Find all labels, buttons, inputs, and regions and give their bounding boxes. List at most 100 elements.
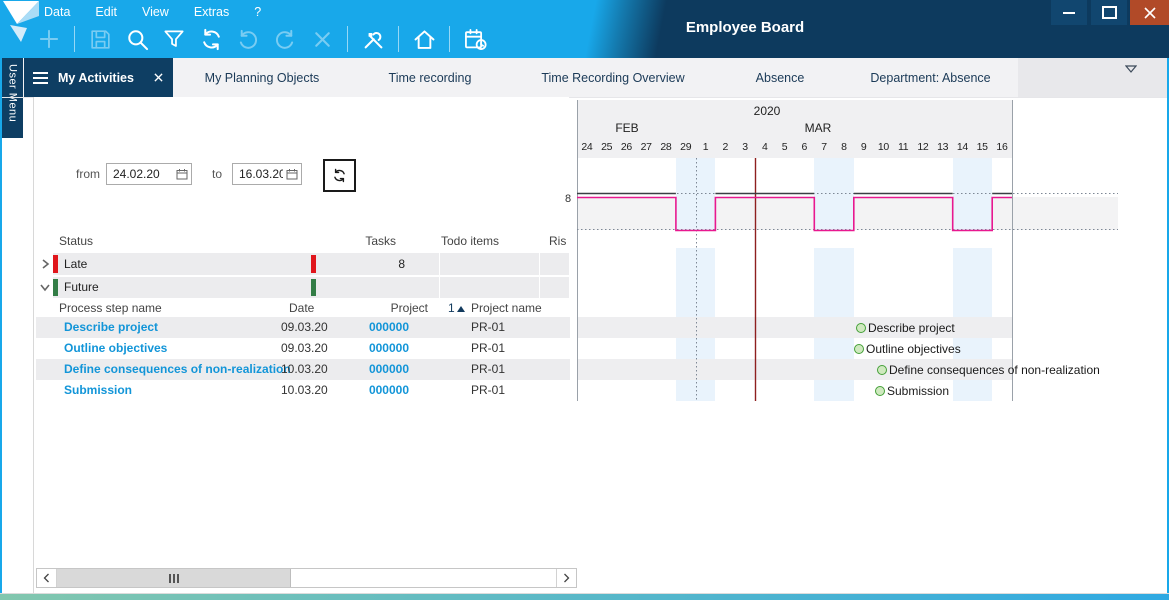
from-label: from: [76, 167, 100, 181]
add-icon: [34, 24, 64, 54]
group-row-late[interactable]: Late 8: [53, 253, 569, 275]
row-project-name: PR-01: [471, 320, 505, 334]
menu-data[interactable]: Data: [44, 4, 70, 21]
table-row[interactable]: Define consequences of non-realization 1…: [36, 359, 570, 380]
scroll-right-button[interactable]: [556, 569, 576, 587]
scroll-left-button[interactable]: [37, 569, 57, 587]
tab-my-activities[interactable]: My Activities: [24, 58, 173, 97]
day-label: 3: [735, 138, 755, 158]
close-button[interactable]: [1130, 0, 1169, 25]
scrollbar-track[interactable]: [291, 569, 556, 587]
col-header-project-name[interactable]: Project name: [471, 301, 542, 315]
menu-extras[interactable]: Extras: [194, 4, 229, 21]
menu-bar: Data Edit View Extras ?: [44, 4, 261, 21]
day-label: 24: [577, 138, 597, 158]
col-header-todo-items[interactable]: Todo items: [414, 234, 499, 248]
tab-close-icon[interactable]: [154, 73, 163, 82]
col-header-status[interactable]: Status: [59, 234, 93, 248]
menu-help[interactable]: ?: [254, 4, 261, 21]
user-menu-label: User Menu: [7, 58, 19, 138]
future-status-bar: [53, 279, 58, 296]
project-link[interactable]: 000000: [336, 341, 409, 355]
collapse-chevron-down-icon[interactable]: [39, 282, 51, 292]
sort-order: 1: [448, 301, 455, 315]
menu-edit[interactable]: Edit: [95, 4, 117, 21]
filter-icon[interactable]: [159, 24, 189, 54]
milestone[interactable]: Outline objectives: [854, 338, 961, 359]
tab-label: Time recording: [389, 71, 472, 85]
from-date-field: [106, 163, 192, 185]
tab-label: My Planning Objects: [205, 71, 320, 85]
search-icon[interactable]: [122, 24, 152, 54]
process-step-link[interactable]: Define consequences of non-realization: [64, 362, 291, 376]
day-label: 12: [913, 138, 933, 158]
tab-bar-overflow-area: [1018, 58, 1167, 97]
tab-absence[interactable]: Absence: [717, 58, 843, 97]
sort-indicator[interactable]: 1: [448, 301, 465, 315]
hamburger-icon: [33, 72, 48, 84]
horizontal-scrollbar[interactable]: [36, 568, 577, 588]
maximize-button[interactable]: [1091, 0, 1127, 25]
tab-label: Department: Absence: [870, 71, 990, 85]
minimize-button[interactable]: [1051, 0, 1087, 25]
calendar-icon[interactable]: [176, 168, 188, 180]
tab-time-recording-overview[interactable]: Time Recording Overview: [509, 58, 717, 97]
delete-icon: [307, 24, 337, 54]
tools-icon[interactable]: [358, 24, 388, 54]
project-link[interactable]: 000000: [336, 320, 409, 334]
to-label: to: [212, 167, 222, 181]
calendar-icon[interactable]: [286, 168, 298, 180]
row-project-name: PR-01: [471, 362, 505, 376]
user-menu-tab[interactable]: User Menu: [2, 58, 23, 138]
tab-label: Absence: [756, 71, 805, 85]
tab-time-recording[interactable]: Time recording: [351, 58, 509, 97]
milestone[interactable]: Define consequences of non-realization: [877, 359, 1100, 380]
home-icon[interactable]: [409, 24, 439, 54]
project-link[interactable]: 000000: [336, 383, 409, 397]
tab-department-absence[interactable]: Department: Absence: [843, 58, 1018, 97]
milestone-icon[interactable]: [875, 386, 885, 396]
group-label: Late: [64, 257, 87, 271]
menu-view[interactable]: View: [142, 4, 169, 21]
col-header-risks[interactable]: Ris: [549, 234, 566, 248]
tab-label: Time Recording Overview: [541, 71, 684, 85]
table-row[interactable]: Submission 10.03.20 000000 PR-01: [36, 380, 570, 401]
timescale-month-feb: FEB: [597, 121, 657, 135]
refresh-icon: [331, 167, 348, 184]
undo-icon: [233, 24, 263, 54]
late-status-bar: [53, 255, 58, 273]
redo-icon: [270, 24, 300, 54]
day-label: 5: [775, 138, 795, 158]
col-header-tasks[interactable]: Tasks: [334, 234, 396, 248]
table-row[interactable]: Describe project 09.03.20 000000 PR-01: [36, 317, 570, 338]
timescale-month-mar: MAR: [788, 121, 848, 135]
project-link[interactable]: 000000: [336, 362, 409, 376]
refresh-icon[interactable]: [196, 24, 226, 54]
milestone-icon[interactable]: [877, 365, 887, 375]
tab-overflow-icon[interactable]: [1125, 65, 1137, 73]
col-header-process-step[interactable]: Process step name: [59, 301, 162, 315]
tab-my-planning-objects[interactable]: My Planning Objects: [173, 58, 351, 97]
milestone-icon[interactable]: [856, 323, 866, 333]
milestone-icon[interactable]: [854, 344, 864, 354]
table-row[interactable]: Outline objectives 09.03.20 000000 PR-01: [36, 338, 570, 359]
gantt-panel: 2020 FEB MAR 24 25 26 27 28 29 1 2 3 4 5…: [577, 100, 1167, 401]
col-header-project[interactable]: Project: [364, 301, 428, 315]
milestone-label: Define consequences of non-realization: [889, 363, 1100, 377]
group-row-future[interactable]: Future: [53, 277, 569, 298]
window-title: Employee Board: [580, 19, 910, 36]
process-step-link[interactable]: Submission: [64, 383, 132, 397]
day-label: 4: [755, 138, 775, 158]
planning-calendar-icon[interactable]: [460, 24, 490, 54]
scrollbar-thumb[interactable]: [57, 569, 291, 587]
milestone[interactable]: Submission: [875, 380, 949, 401]
to-date-field: [232, 163, 302, 185]
apply-refresh-button[interactable]: [323, 159, 356, 192]
process-step-link[interactable]: Outline objectives: [64, 341, 167, 355]
milestone[interactable]: Describe project: [856, 317, 955, 338]
process-step-link[interactable]: Describe project: [64, 320, 158, 334]
col-header-date[interactable]: Date: [289, 301, 314, 315]
group-label: Future: [64, 280, 99, 294]
expand-chevron-right-icon[interactable]: [40, 258, 50, 270]
row-date: 09.03.20: [281, 341, 328, 355]
